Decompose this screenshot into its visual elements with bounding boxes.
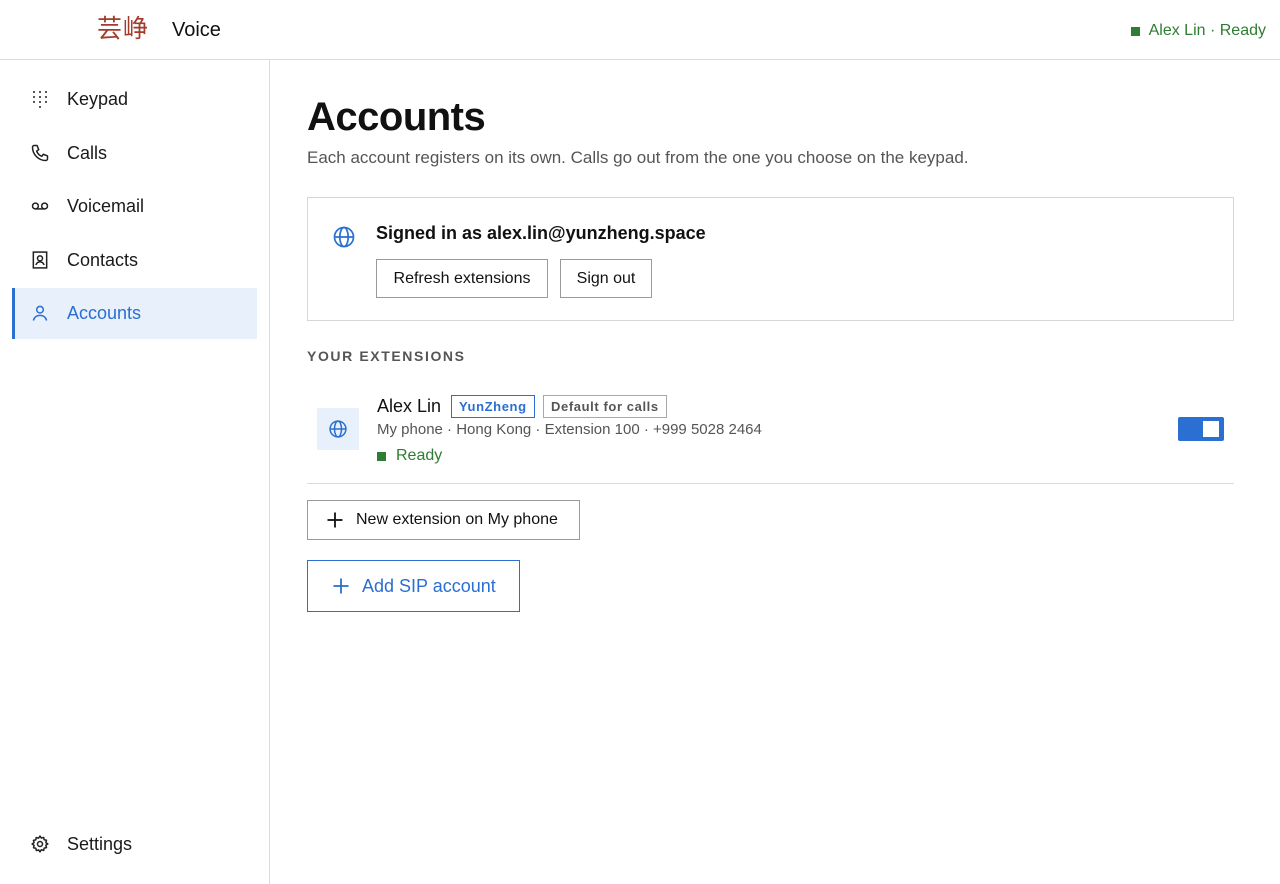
page-title: Accounts bbox=[307, 95, 486, 139]
sidebar-item-settings[interactable]: Settings bbox=[12, 819, 257, 870]
brand-logo: 芸峥 bbox=[97, 14, 150, 43]
sign-out-button[interactable]: Sign out bbox=[560, 259, 652, 298]
user-status: Alex Lin · Ready bbox=[1130, 22, 1266, 40]
contacts-icon bbox=[30, 250, 50, 270]
section-label-extensions: YOUR EXTENSIONS bbox=[307, 348, 466, 364]
main-content: Accounts Each account registers on its o… bbox=[270, 60, 1280, 884]
sidebar-item-label: Calls bbox=[67, 143, 108, 163]
plus-icon bbox=[333, 578, 349, 594]
add-sip-account-button[interactable]: Add SIP account bbox=[307, 560, 520, 612]
sidebar-item-label: Settings bbox=[67, 834, 133, 854]
new-extension-button[interactable]: New extension on My phone bbox=[307, 500, 580, 540]
extension-status: Ready bbox=[377, 447, 442, 465]
add-sip-account-label: Add SIP account bbox=[362, 575, 496, 596]
provider-badge: YunZheng bbox=[451, 395, 535, 418]
user-status-text: Alex Lin · Ready bbox=[1148, 22, 1266, 39]
sidebar-item-voicemail[interactable]: Voicemail bbox=[12, 181, 257, 232]
phone-icon bbox=[30, 143, 50, 163]
extension-details: My phone · Hong Kong · Extension 100 · +… bbox=[377, 421, 762, 438]
sidebar-item-label: Voicemail bbox=[67, 196, 145, 216]
app-header: 芸峥 Voice Alex Lin · Ready bbox=[0, 0, 1280, 60]
sidebar-item-label: Accounts bbox=[67, 303, 142, 323]
extension-status-text: Ready bbox=[396, 447, 443, 464]
sidebar-item-contacts[interactable]: Contacts bbox=[12, 235, 257, 286]
voicemail-icon bbox=[30, 196, 50, 216]
plus-icon bbox=[327, 512, 343, 528]
person-icon bbox=[30, 303, 50, 323]
sidebar-item-label: Keypad bbox=[67, 89, 129, 109]
globe-icon bbox=[329, 420, 347, 438]
page-subtitle: Each account registers on its own. Calls… bbox=[307, 148, 969, 167]
extension-avatar bbox=[317, 408, 359, 450]
sidebar: Keypad Calls Voicemail Contacts Accounts… bbox=[0, 60, 270, 884]
sidebar-item-accounts[interactable]: Accounts bbox=[12, 288, 257, 339]
toggle-knob bbox=[1203, 421, 1219, 437]
extension-name: Alex Lin bbox=[377, 396, 442, 416]
extension-row: Alex Lin YunZheng Default for calls My p… bbox=[307, 382, 1234, 484]
gear-icon bbox=[30, 834, 50, 854]
sidebar-item-calls[interactable]: Calls bbox=[12, 128, 257, 179]
keypad-icon bbox=[30, 89, 50, 109]
signin-card: Signed in as alex.lin@yunzheng.space Ref… bbox=[307, 197, 1234, 321]
new-extension-label: New extension on My phone bbox=[356, 511, 558, 528]
default-badge: Default for calls bbox=[543, 395, 667, 418]
sidebar-item-keypad[interactable]: Keypad bbox=[12, 74, 257, 125]
globe-icon bbox=[332, 225, 356, 249]
signin-status: Signed in as alex.lin@yunzheng.space bbox=[376, 223, 706, 243]
refresh-extensions-button[interactable]: Refresh extensions bbox=[376, 259, 548, 298]
extension-enabled-toggle[interactable] bbox=[1178, 417, 1224, 441]
app-title: Voice bbox=[172, 19, 221, 41]
status-dot-icon bbox=[1130, 26, 1140, 36]
sidebar-item-label: Contacts bbox=[67, 250, 139, 270]
status-dot-icon bbox=[377, 451, 386, 461]
